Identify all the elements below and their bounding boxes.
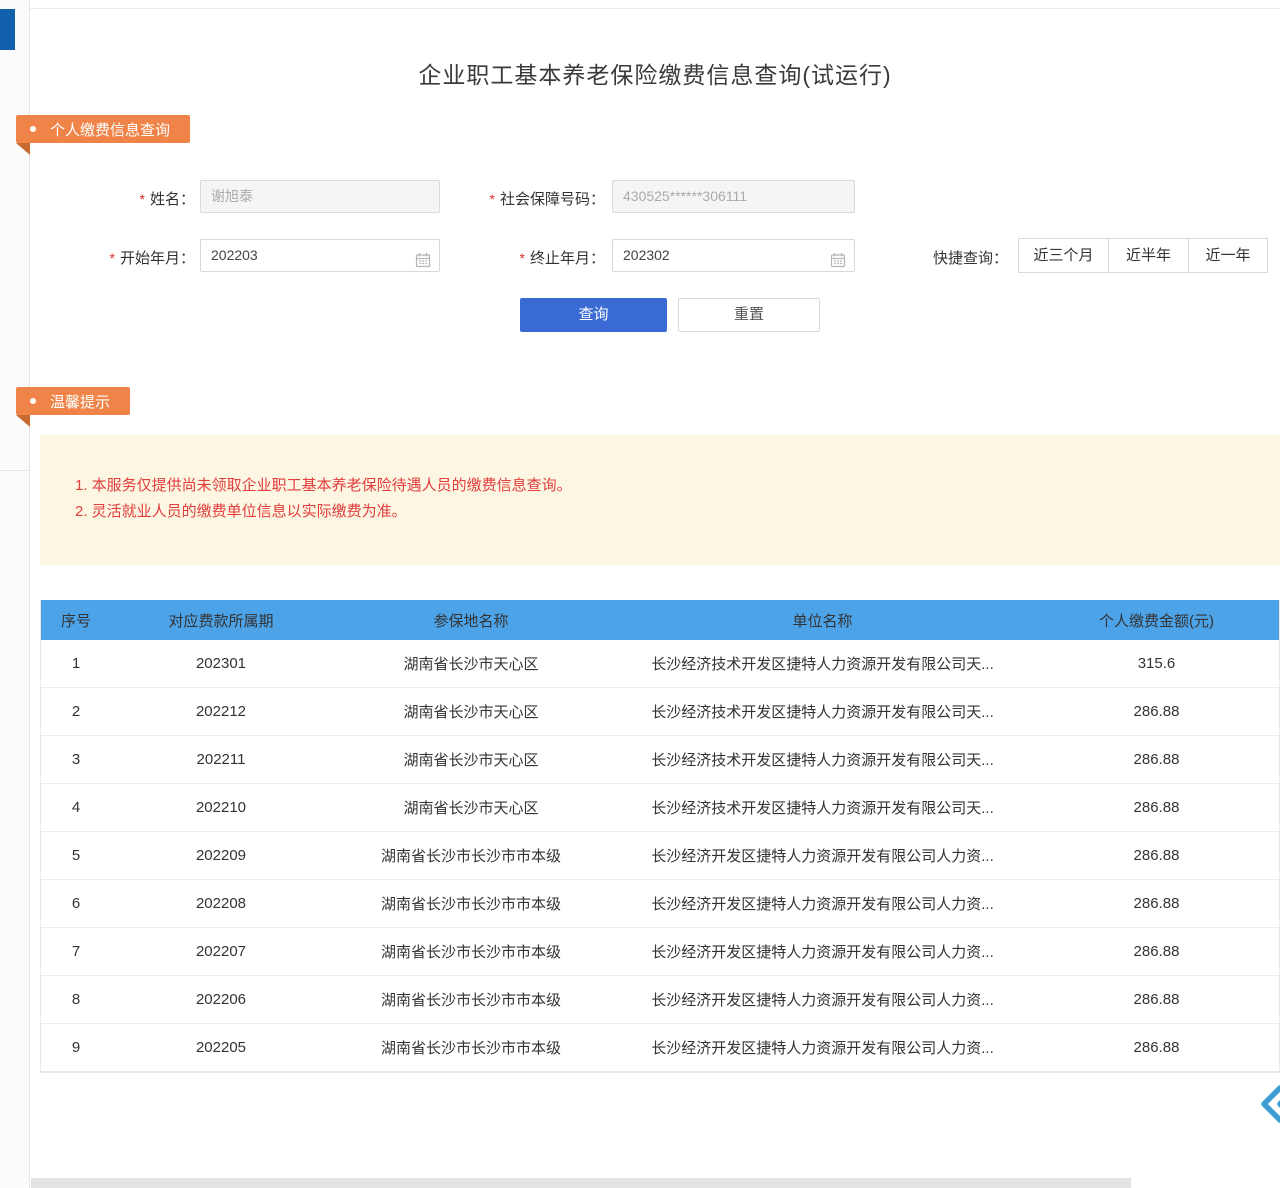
- table-row: 6 202208 湖南省长沙市长沙市市本级 长沙经济开发区捷特人力资源开发有限公…: [41, 880, 1279, 928]
- cell-amount: 286.88: [1034, 799, 1279, 816]
- left-rail-divider: [0, 470, 30, 471]
- cell-index: 6: [41, 895, 111, 912]
- cell-place: 湖南省长沙市天心区: [331, 701, 611, 722]
- left-rail: [0, 0, 30, 1188]
- panel-top-border: [30, 8, 1280, 9]
- ssn-field[interactable]: 430525******306111: [612, 180, 855, 213]
- page-title: 企业职工基本养老保险缴费信息查询(试运行): [30, 56, 1280, 90]
- cell-period: 202207: [111, 943, 331, 960]
- cell-company: 长沙经济技术开发区捷特人力资源开发有限公司天...: [611, 653, 1034, 674]
- tips-line: 1. 本服务仅提供尚未领取企业职工基本养老保险待遇人员的缴费信息查询。: [75, 473, 1260, 499]
- cell-period: 202206: [111, 991, 331, 1008]
- cell-amount: 286.88: [1034, 751, 1279, 768]
- cell-place: 湖南省长沙市天心区: [331, 797, 611, 818]
- table-row: 9 202205 湖南省长沙市长沙市市本级 长沙经济开发区捷特人力资源开发有限公…: [41, 1024, 1279, 1072]
- cell-place: 湖南省长沙市天心区: [331, 653, 611, 674]
- bullet-dot-icon: [30, 126, 36, 132]
- cell-company: 长沙经济开发区捷特人力资源开发有限公司人力资...: [611, 989, 1034, 1010]
- col-header-index: 序号: [41, 610, 111, 631]
- table-row: 4 202210 湖南省长沙市天心区 长沙经济技术开发区捷特人力资源开发有限公司…: [41, 784, 1279, 832]
- cell-place: 湖南省长沙市长沙市市本级: [331, 989, 611, 1010]
- section-badge-label: 个人缴费信息查询: [50, 119, 170, 140]
- cell-index: 8: [41, 991, 111, 1008]
- col-header-amount: 个人缴费金额(元): [1034, 610, 1279, 631]
- table-row: 1 202301 湖南省长沙市天心区 长沙经济技术开发区捷特人力资源开发有限公司…: [41, 640, 1279, 688]
- horizontal-scrollbar[interactable]: [31, 1178, 1131, 1188]
- quick-halfyear-button[interactable]: 近半年: [1108, 238, 1189, 273]
- required-asterisk: *: [520, 250, 525, 266]
- ssn-label: *社会保障号码：: [455, 188, 605, 209]
- col-header-company: 单位名称: [611, 610, 1034, 631]
- cell-period: 202208: [111, 895, 331, 912]
- table-row: 2 202212 湖南省长沙市天心区 长沙经济技术开发区捷特人力资源开发有限公司…: [41, 688, 1279, 736]
- quick-3months-button[interactable]: 近三个月: [1018, 238, 1109, 273]
- cell-index: 5: [41, 847, 111, 864]
- start-month-field[interactable]: 202203: [200, 239, 440, 272]
- cell-amount: 286.88: [1034, 895, 1279, 912]
- payments-table: 序号 对应费款所属期 参保地名称 单位名称 个人缴费金额(元) 1 202301…: [40, 600, 1280, 1073]
- cell-period: 202212: [111, 703, 331, 720]
- table-header-row: 序号 对应费款所属期 参保地名称 单位名称 个人缴费金额(元): [41, 600, 1279, 640]
- cell-amount: 315.6: [1034, 655, 1279, 672]
- cell-company: 长沙经济技术开发区捷特人力资源开发有限公司天...: [611, 797, 1034, 818]
- cell-place: 湖南省长沙市长沙市市本级: [331, 893, 611, 914]
- cell-company: 长沙经济开发区捷特人力资源开发有限公司人力资...: [611, 941, 1034, 962]
- cell-place: 湖南省长沙市长沙市市本级: [331, 1037, 611, 1058]
- col-header-period: 对应费款所属期: [111, 610, 331, 631]
- cell-amount: 286.88: [1034, 847, 1279, 864]
- left-accent-square: [0, 9, 15, 50]
- bullet-dot-icon: [30, 398, 36, 404]
- cell-company: 长沙经济技术开发区捷特人力资源开发有限公司天...: [611, 749, 1034, 770]
- tips-line: 2. 灵活就业人员的缴费单位信息以实际缴费为准。: [75, 499, 1260, 525]
- query-button[interactable]: 查询: [520, 298, 667, 332]
- cell-index: 2: [41, 703, 111, 720]
- section-badge-label: 温馨提示: [50, 391, 110, 412]
- end-month-field[interactable]: 202302: [612, 239, 855, 272]
- cell-period: 202205: [111, 1039, 331, 1056]
- cell-index: 7: [41, 943, 111, 960]
- cell-amount: 286.88: [1034, 943, 1279, 960]
- col-header-place: 参保地名称: [331, 610, 611, 631]
- cell-amount: 286.88: [1034, 1039, 1279, 1056]
- cell-period: 202209: [111, 847, 331, 864]
- start-month-label: *开始年月：: [60, 247, 195, 268]
- table-row: 5 202209 湖南省长沙市长沙市市本级 长沙经济开发区捷特人力资源开发有限公…: [41, 832, 1279, 880]
- cell-company: 长沙经济开发区捷特人力资源开发有限公司人力资...: [611, 893, 1034, 914]
- cell-amount: 286.88: [1034, 991, 1279, 1008]
- cell-period: 202211: [111, 751, 331, 768]
- cell-amount: 286.88: [1034, 703, 1279, 720]
- end-month-label: *终止年月：: [455, 247, 605, 268]
- section-badge-personal-query: 个人缴费信息查询: [16, 115, 190, 143]
- name-label: *姓名：: [60, 188, 195, 209]
- cell-place: 湖南省长沙市天心区: [331, 749, 611, 770]
- cell-index: 3: [41, 751, 111, 768]
- cell-company: 长沙经济开发区捷特人力资源开发有限公司人力资...: [611, 1037, 1034, 1058]
- cell-index: 4: [41, 799, 111, 816]
- cell-period: 202210: [111, 799, 331, 816]
- reset-button[interactable]: 重置: [678, 298, 820, 332]
- cell-place: 湖南省长沙市长沙市市本级: [331, 941, 611, 962]
- calendar-icon[interactable]: [830, 248, 846, 279]
- quick-query-label: 快捷查询：: [933, 247, 1008, 268]
- section-badge-tips: 温馨提示: [16, 387, 130, 415]
- cell-index: 9: [41, 1039, 111, 1056]
- cell-index: 1: [41, 655, 111, 672]
- quick-oneyear-button[interactable]: 近一年: [1188, 238, 1268, 273]
- table-row: 7 202207 湖南省长沙市长沙市市本级 长沙经济开发区捷特人力资源开发有限公…: [41, 928, 1279, 976]
- name-field[interactable]: 谢旭泰: [200, 180, 440, 213]
- cell-company: 长沙经济技术开发区捷特人力资源开发有限公司天...: [611, 701, 1034, 722]
- cell-place: 湖南省长沙市长沙市市本级: [331, 845, 611, 866]
- required-asterisk: *: [110, 250, 115, 266]
- table-row: 8 202206 湖南省长沙市长沙市市本级 长沙经济开发区捷特人力资源开发有限公…: [41, 976, 1279, 1024]
- calendar-icon[interactable]: [415, 248, 431, 279]
- double-chevron-left-icon[interactable]: [1254, 1082, 1280, 1126]
- required-asterisk: *: [140, 191, 145, 207]
- tips-notice: 1. 本服务仅提供尚未领取企业职工基本养老保险待遇人员的缴费信息查询。 2. 灵…: [40, 435, 1280, 565]
- required-asterisk: *: [490, 191, 495, 207]
- cell-period: 202301: [111, 655, 331, 672]
- table-row: 3 202211 湖南省长沙市天心区 长沙经济技术开发区捷特人力资源开发有限公司…: [41, 736, 1279, 784]
- cell-company: 长沙经济开发区捷特人力资源开发有限公司人力资...: [611, 845, 1034, 866]
